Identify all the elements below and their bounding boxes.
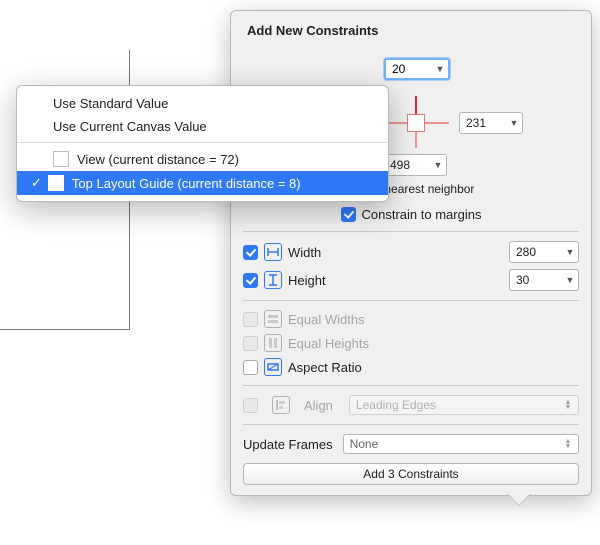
top-spacing-value: 20 [392, 62, 405, 76]
popover-arrow-icon [507, 493, 531, 505]
menu-use-standard[interactable]: Use Standard Value [17, 92, 388, 115]
spacing-dropdown: Use Standard Value Use Current Canvas Va… [16, 85, 389, 202]
constraints-popover: Add New Constraints 20 ▼ 231 ▼ 498 ▼ g t… [230, 10, 592, 496]
chevron-down-icon[interactable]: ▼ [434, 60, 446, 78]
menu-view-item[interactable]: View (current distance = 72) [17, 147, 388, 171]
popover-title: Add New Constraints [231, 11, 591, 44]
menu-use-current-canvas[interactable]: Use Current Canvas Value [17, 115, 388, 138]
equal-widths-label: Equal Widths [288, 312, 365, 327]
width-checkbox[interactable] [243, 245, 258, 260]
right-spacing-value: 231 [466, 116, 486, 130]
width-icon [264, 243, 282, 261]
aspect-ratio-checkbox[interactable] [243, 360, 258, 375]
pin-right-strut-icon[interactable] [425, 122, 449, 124]
width-label: Width [288, 245, 321, 260]
align-checkbox [243, 398, 258, 413]
check-icon: ✓ [31, 175, 42, 191]
height-checkbox[interactable] [243, 273, 258, 288]
menu-top-layout-label: Top Layout Guide (current distance = 8) [72, 176, 301, 191]
bottom-spacing-field[interactable]: 498 ▼ [383, 154, 447, 176]
update-frames-select[interactable]: None ▲▼ [343, 434, 579, 454]
align-value: Leading Edges [356, 398, 436, 412]
equal-heights-label: Equal Heights [288, 336, 369, 351]
update-frames-value: None [350, 437, 379, 451]
aspect-ratio-label: Aspect Ratio [288, 360, 362, 375]
pin-top-strut-icon[interactable] [415, 96, 417, 114]
height-label: Height [288, 273, 326, 288]
height-value: 30 [516, 273, 529, 287]
align-label: Align [304, 398, 333, 413]
align-icon [272, 396, 290, 414]
chevron-down-icon[interactable]: ▼ [508, 113, 520, 133]
pin-center-icon [407, 114, 425, 132]
pin-bottom-strut-icon[interactable] [415, 132, 417, 148]
width-field[interactable]: 280 ▼ [509, 241, 579, 263]
menu-view-label: View (current distance = 72) [77, 152, 239, 167]
chevron-down-icon[interactable]: ▼ [564, 242, 576, 262]
stepper-icon: ▲▼ [562, 400, 574, 410]
chevron-down-icon[interactable]: ▼ [564, 270, 576, 290]
constrain-margins-label: Constrain to margins [362, 207, 482, 222]
chevron-down-icon[interactable]: ▼ [432, 155, 444, 175]
pin-left-strut-icon[interactable] [387, 122, 407, 124]
add-constraints-button[interactable]: Add 3 Constraints [243, 463, 579, 485]
view-swatch-icon [53, 151, 69, 167]
equal-heights-checkbox [243, 336, 258, 351]
guide-swatch-icon [48, 175, 64, 191]
height-icon [264, 271, 282, 289]
menu-separator [17, 142, 388, 143]
bottom-spacing-value: 498 [390, 158, 410, 172]
width-value: 280 [516, 245, 536, 259]
equal-widths-checkbox [243, 312, 258, 327]
menu-top-layout-guide[interactable]: ✓ Top Layout Guide (current distance = 8… [17, 171, 388, 195]
height-field[interactable]: 30 ▼ [509, 269, 579, 291]
update-frames-label: Update Frames [243, 437, 333, 452]
add-constraints-label: Add 3 Constraints [363, 467, 458, 481]
equal-widths-icon [264, 310, 282, 328]
stepper-icon: ▲▼ [562, 439, 574, 449]
aspect-ratio-icon [264, 358, 282, 376]
equal-heights-icon [264, 334, 282, 352]
top-spacing-field[interactable]: 20 ▼ [384, 58, 450, 80]
right-spacing-field[interactable]: 231 ▼ [459, 112, 523, 134]
constrain-margins-checkbox[interactable] [341, 207, 356, 222]
align-select: Leading Edges ▲▼ [349, 395, 579, 415]
